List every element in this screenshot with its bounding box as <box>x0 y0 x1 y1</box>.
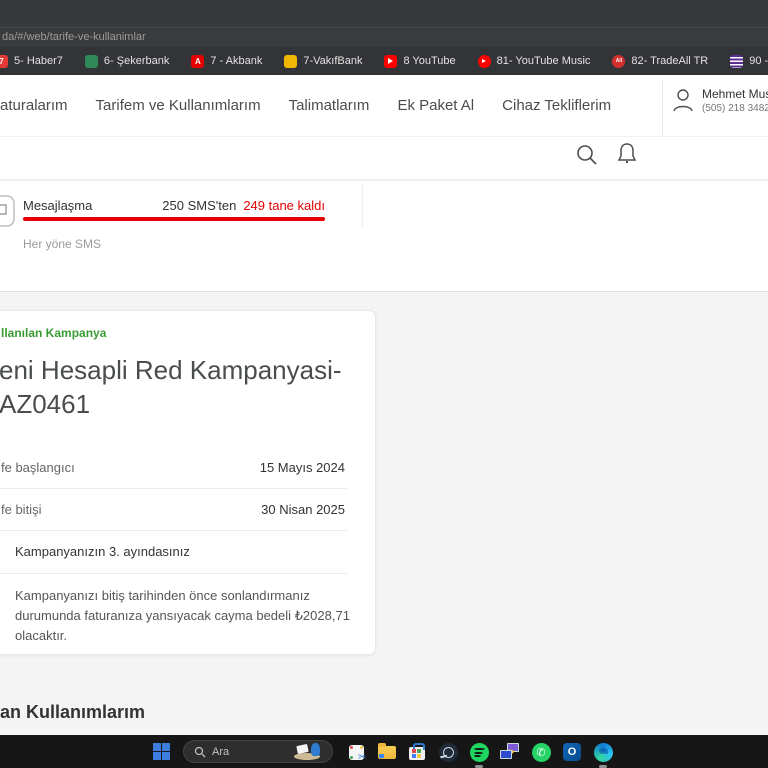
user-icon <box>672 87 694 114</box>
campaign-month-status: Kampanyanızın 3. ayındasınız <box>15 544 190 559</box>
campaign-title: eni Hesapli Red Kampanyasi- AZ0461 <box>0 355 342 419</box>
spotify-icon[interactable] <box>468 741 490 763</box>
bein-icon <box>730 54 744 68</box>
taskbar-search-placeholder: Ara <box>212 745 230 758</box>
bookmark-label: 7-VakıfBank <box>303 55 363 67</box>
nav-item-cihaz-tekliflerim[interactable]: Cihaz Tekliflerim <box>502 97 611 114</box>
bookmark-youtube[interactable]: 8 YouTube <box>384 54 456 68</box>
user-account[interactable]: Mehmet Mustaf (505) 218 3482 <box>672 87 768 114</box>
campaign-start-value: 15 Mayıs 2024 <box>259 460 345 475</box>
bookmark-label: 90 - beIN <box>749 55 768 67</box>
youtube-music-icon <box>477 54 491 68</box>
outlook-icon[interactable]: O <box>561 741 583 763</box>
edge-running-indicator <box>599 765 607 768</box>
site-header: aturalarım Tarifem ve Kullanımlarım Tali… <box>0 75 768 180</box>
nav-item-tarifem-ve-kullanimlarim[interactable]: Tarifem ve Kullanımlarım <box>96 97 261 114</box>
bookmarks-bar: 7 5- Haber7 6- Şekerbank A 7 - Akbank 7-… <box>0 47 768 75</box>
steam-icon[interactable] <box>437 741 459 763</box>
bookmark-label: 82- TradeAll TR <box>631 55 709 67</box>
usage-description: Her yöne SMS <box>23 237 102 251</box>
nav-item-faturalarim[interactable]: aturalarım <box>0 97 68 114</box>
header-divider <box>662 80 663 136</box>
haber7-icon: 7 <box>0 54 8 68</box>
browser-tabstrip <box>0 0 768 27</box>
tradeall-icon: All <box>612 54 626 68</box>
bookmark-sekerbank[interactable]: 6- Şekerbank <box>84 54 170 68</box>
sms-bubble-icon <box>0 195 15 227</box>
youtube-icon <box>384 54 398 68</box>
user-phone: (505) 218 3482 <box>702 103 768 114</box>
snipping-tool-icon[interactable]: ✂ <box>345 741 367 763</box>
campaign-end-value: 30 Nisan 2025 <box>261 502 345 517</box>
nav-item-talimatlarim[interactable]: Talimatlarım <box>289 97 370 114</box>
bookmark-tradeall[interactable]: All 82- TradeAll TR <box>612 54 709 68</box>
windows-taskbar: Ara ✂ ✆ O <box>0 735 768 768</box>
campaign-card: llanılan Kampanya eni Hesapli Red Kampan… <box>0 310 376 655</box>
microsoft-store-icon[interactable] <box>406 741 428 763</box>
bookmark-haber7[interactable]: 7 5- Haber7 <box>0 54 63 68</box>
whatsapp-icon[interactable]: ✆ <box>530 741 552 763</box>
page-content: llanılan Kampanya eni Hesapli Red Kampan… <box>0 292 768 735</box>
browser-url-bar[interactable]: da/#/web/tarife-ve-kullanimlar <box>0 27 768 47</box>
bookmark-bein[interactable]: 90 - beIN <box>730 54 768 68</box>
bookmark-label: 5- Haber7 <box>14 55 63 67</box>
bookmark-label: 7 - Akbank <box>210 55 263 67</box>
taskbar-search-input[interactable]: Ara <box>183 740 333 763</box>
nav-item-ek-paket-al[interactable]: Ek Paket Al <box>397 97 474 114</box>
spotify-running-indicator <box>475 765 483 768</box>
bookmark-label: 81- YouTube Music <box>496 55 591 67</box>
notifications-bell-icon[interactable] <box>615 141 639 167</box>
campaign-cancellation-note: Kampanyanızı bitiş tarihinden önce sonla… <box>15 588 350 644</box>
bookmark-label: 6- Şekerbank <box>103 55 170 67</box>
usage-quota: 250 SMS'ten <box>162 198 237 213</box>
start-button-icon[interactable] <box>153 743 170 760</box>
campaign-section-label: llanılan Kampanya <box>1 326 107 340</box>
campaign-end-label: fe bitişi <box>1 502 42 517</box>
remote-desktop-icon[interactable] <box>499 741 521 763</box>
sekerbank-icon <box>84 54 98 68</box>
bookmark-akbank[interactable]: A 7 - Akbank <box>191 54 263 68</box>
usage-progress-bar <box>23 217 325 221</box>
usage-column-divider <box>362 184 363 227</box>
campaign-start-label: fe başlangıcı <box>1 460 75 475</box>
bookmark-vakifbank[interactable]: 7-VakıfBank <box>284 54 363 68</box>
url-text: da/#/web/tarife-ve-kullanimlar <box>2 31 146 43</box>
usage-label: Mesajlaşma <box>23 198 93 213</box>
vakifbank-icon <box>284 54 298 68</box>
edge-icon[interactable] <box>592 741 614 763</box>
bookmark-youtube-music[interactable]: 81- YouTube Music <box>477 54 591 68</box>
divider <box>0 573 347 574</box>
bookmark-label: 8 YouTube <box>403 55 456 67</box>
divider <box>0 530 347 531</box>
file-explorer-icon[interactable] <box>376 741 398 763</box>
divider <box>0 488 347 489</box>
search-highlight-image <box>292 742 326 761</box>
akbank-icon: A <box>191 54 205 68</box>
main-nav: aturalarım Tarifem ve Kullanımlarım Tali… <box>0 75 768 137</box>
taskbar-search-icon <box>194 746 206 758</box>
user-name: Mehmet Mustaf <box>702 87 768 101</box>
search-icon[interactable] <box>575 143 599 167</box>
section-heading: an Kullanımlarım <box>0 702 146 722</box>
usage-remaining: 249 tane kaldı <box>243 198 325 213</box>
usage-section: Mesajlaşma 249 tane kaldı 250 SMS'ten He… <box>0 180 768 292</box>
